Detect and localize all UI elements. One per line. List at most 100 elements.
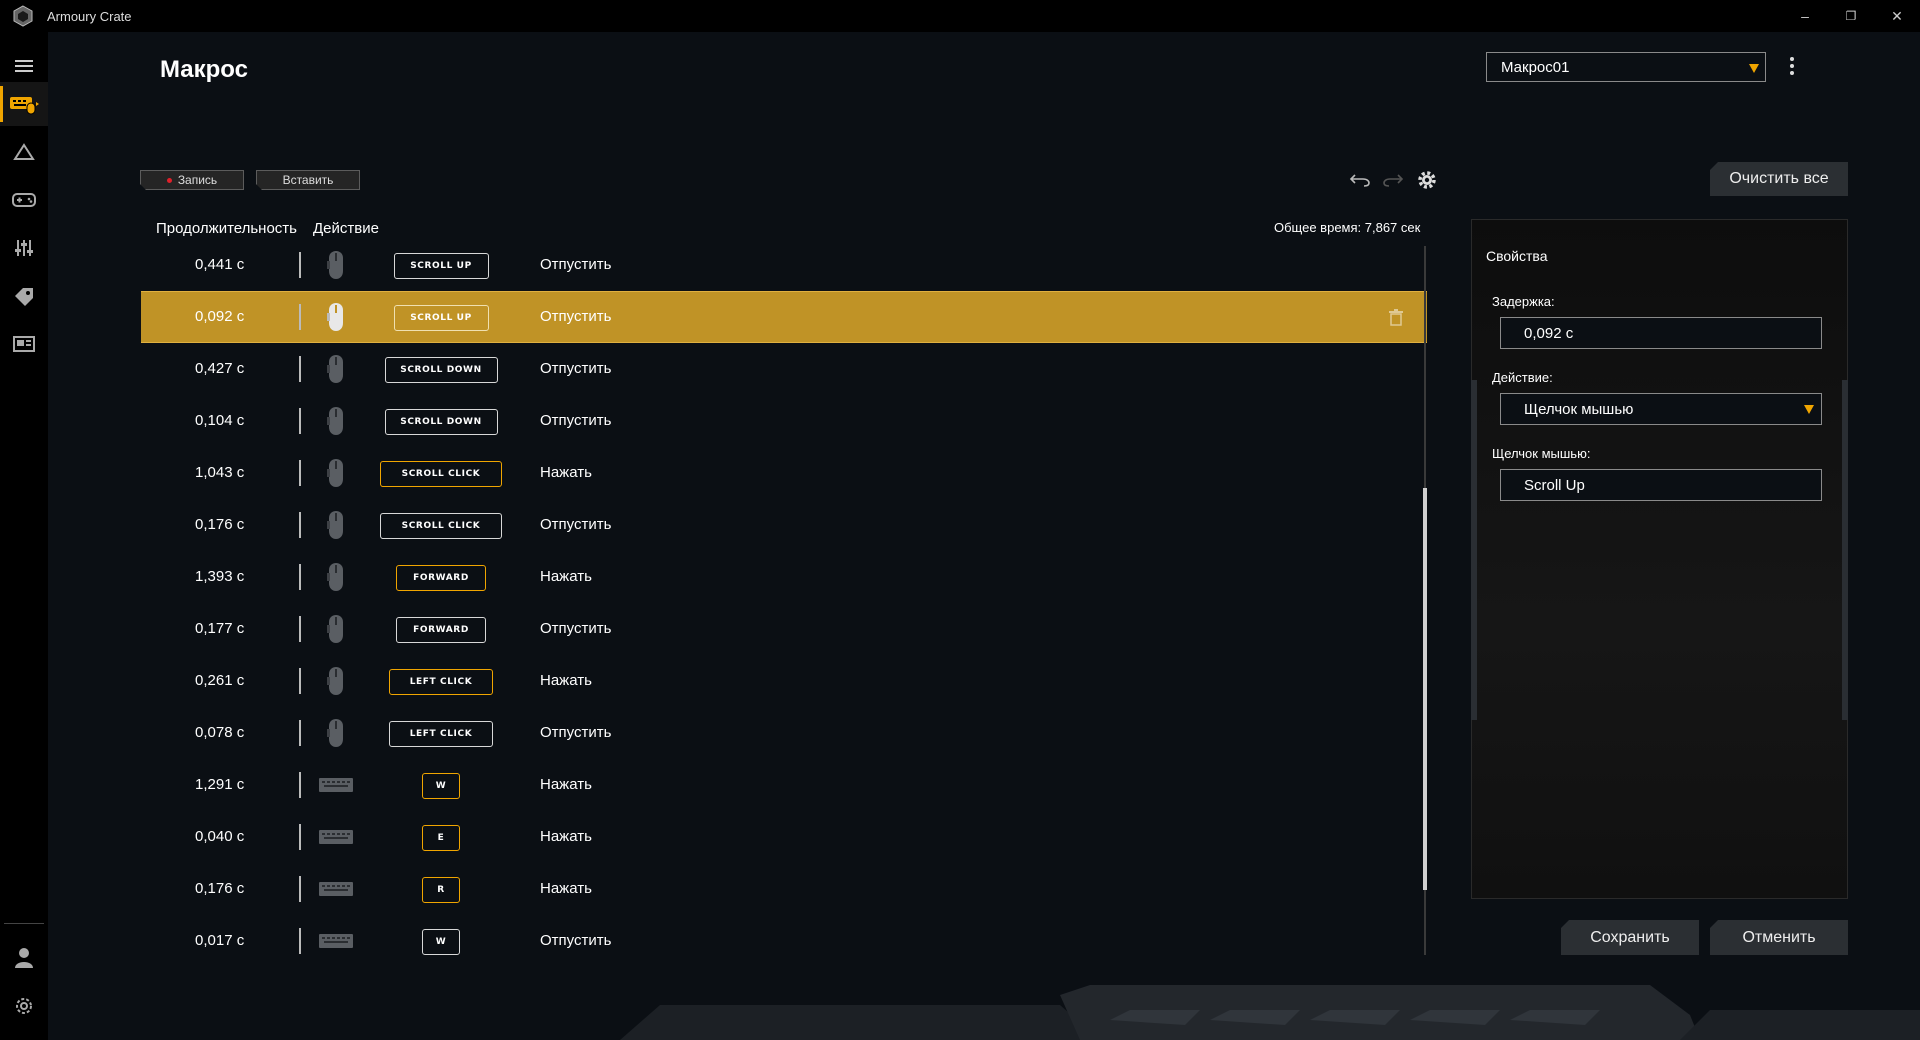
- macro-row[interactable]: 1,393 с FORWARD Нажать: [141, 552, 1427, 602]
- minimize-button[interactable]: –: [1782, 0, 1828, 32]
- row-key-badge: SCROLL UP: [393, 305, 489, 331]
- row-key-badge: FORWARD: [396, 617, 486, 643]
- row-action: Нажать: [540, 776, 592, 793]
- sidebar-divider: [4, 923, 44, 924]
- macro-row[interactable]: 0,177 с FORWARD Отпустить: [141, 604, 1427, 654]
- delete-row-button[interactable]: [1388, 308, 1404, 326]
- action-select[interactable]: Щелчок мышью: [1500, 393, 1822, 425]
- macro-row[interactable]: 1,043 с SCROLL CLICK Нажать: [141, 448, 1427, 498]
- delay-input[interactable]: 0,092 с: [1500, 317, 1822, 349]
- keyboard-icon: [319, 882, 353, 896]
- row-key-badge: W: [422, 773, 460, 799]
- row-separator: [299, 668, 301, 694]
- row-device: [316, 406, 356, 436]
- macro-row[interactable]: 0,104 с SCROLL DOWN Отпустить: [141, 396, 1427, 446]
- profile-select-value: Макрос01: [1501, 59, 1570, 76]
- clear-all-button[interactable]: Очистить все: [1710, 162, 1848, 196]
- sidebar-item-deals[interactable]: [0, 274, 48, 318]
- mouse-click-select-value: Scroll Up: [1524, 477, 1585, 494]
- sidebar-item-aura[interactable]: [0, 130, 48, 174]
- chevron-down-icon: [1749, 64, 1759, 73]
- close-button[interactable]: ✕: [1874, 0, 1920, 32]
- row-duration: 0,104 с: [195, 412, 245, 429]
- row-key-badge: LEFT CLICK: [389, 669, 493, 695]
- row-duration: 0,441 с: [195, 256, 245, 273]
- mouse-icon: [327, 615, 343, 643]
- kebab-dot-icon: [1790, 64, 1794, 68]
- tag-icon: [15, 288, 33, 306]
- row-device: [316, 302, 356, 332]
- sidebar: [0, 32, 48, 1040]
- row-duration: 0,176 с: [195, 880, 245, 897]
- sidebar-item-news[interactable]: [0, 322, 48, 366]
- more-options-button[interactable]: [1784, 55, 1800, 79]
- macro-row[interactable]: 1,291 с W Нажать: [141, 760, 1427, 810]
- kebab-dot-icon: [1790, 71, 1794, 75]
- macro-row[interactable]: 0,176 с R Нажать: [141, 864, 1427, 914]
- row-separator: [299, 252, 301, 278]
- sliders-icon: [15, 240, 33, 256]
- total-time: Общее время: 7,867 сек: [1274, 220, 1421, 235]
- macro-row[interactable]: 0,092 с SCROLL UP Отпустить: [141, 291, 1427, 343]
- title-bar: Armoury Crate – ❐ ✕: [0, 0, 1920, 32]
- sidebar-item-settings-sliders[interactable]: [0, 226, 48, 270]
- macro-event-list[interactable]: 0,441 с SCROLL UP Отпустить 0,092 с SCROLL U…: [141, 240, 1427, 955]
- row-device: [316, 354, 356, 384]
- sidebar-item-devices[interactable]: [0, 82, 48, 126]
- macro-settings-button[interactable]: [1414, 168, 1440, 192]
- redo-icon: [1383, 174, 1404, 187]
- bottom-decoration: [620, 985, 1920, 1040]
- row-separator: [299, 772, 301, 798]
- cancel-button[interactable]: Отменить: [1710, 920, 1848, 955]
- record-button[interactable]: Запись: [140, 170, 244, 190]
- row-separator: [299, 408, 301, 434]
- row-action: Нажать: [540, 828, 592, 845]
- redo-button[interactable]: [1380, 168, 1406, 192]
- row-device: [316, 874, 356, 904]
- undo-icon: [1349, 174, 1370, 187]
- row-separator: [299, 304, 301, 330]
- trash-icon: [1389, 309, 1403, 326]
- list-scrollbar-thumb[interactable]: [1423, 488, 1427, 890]
- aura-triangle-icon: [13, 143, 35, 160]
- row-duration: 0,177 с: [195, 620, 245, 637]
- row-key-badge: R: [422, 877, 460, 903]
- row-key-badge: SCROLL CLICK: [380, 461, 502, 487]
- restore-button[interactable]: ❐: [1828, 0, 1874, 32]
- save-button[interactable]: Сохранить: [1561, 920, 1699, 955]
- insert-button[interactable]: Вставить: [256, 170, 360, 190]
- row-device: [316, 562, 356, 592]
- sidebar-item-game-library[interactable]: [0, 178, 48, 222]
- row-key-badge: LEFT CLICK: [389, 721, 493, 747]
- row-device: [316, 822, 356, 852]
- undo-button[interactable]: [1347, 168, 1373, 192]
- keyboard-mouse-icon: [10, 97, 39, 115]
- macro-row[interactable]: 0,427 с SCROLL DOWN Отпустить: [141, 344, 1427, 394]
- mouse-click-select[interactable]: Scroll Up: [1500, 469, 1822, 501]
- row-duration: 0,427 с: [195, 360, 245, 377]
- row-action: Отпустить: [540, 308, 612, 325]
- row-duration: 0,176 с: [195, 516, 245, 533]
- macro-row[interactable]: 0,017 с W Отпустить: [141, 916, 1427, 955]
- page-title: Макрос: [160, 56, 248, 83]
- row-separator: [299, 824, 301, 850]
- macro-row[interactable]: 0,441 с SCROLL UP Отпустить: [141, 240, 1427, 290]
- row-action: Нажать: [540, 568, 592, 585]
- row-action: Отпустить: [540, 256, 612, 273]
- macro-row[interactable]: 0,261 с LEFT CLICK Нажать: [141, 656, 1427, 706]
- action-select-value: Щелчок мышью: [1524, 401, 1634, 418]
- action-label: Действие:: [1492, 370, 1553, 385]
- mouse-icon: [327, 667, 343, 695]
- profile-select[interactable]: Макрос01: [1486, 52, 1766, 82]
- row-action: Отпустить: [540, 412, 612, 429]
- row-duration: 0,017 с: [195, 932, 245, 949]
- record-button-label: Запись: [177, 173, 218, 187]
- macro-row[interactable]: 0,176 с SCROLL CLICK Отпустить: [141, 500, 1427, 550]
- macro-row[interactable]: 0,040 с E Нажать: [141, 812, 1427, 862]
- mouse-icon: [327, 459, 343, 487]
- mouse-icon: [327, 563, 343, 591]
- properties-title: Свойства: [1486, 248, 1548, 264]
- row-device: [316, 250, 356, 280]
- sidebar-item-user[interactable]: [0, 936, 48, 980]
- macro-row[interactable]: 0,078 с LEFT CLICK Отпустить: [141, 708, 1427, 758]
